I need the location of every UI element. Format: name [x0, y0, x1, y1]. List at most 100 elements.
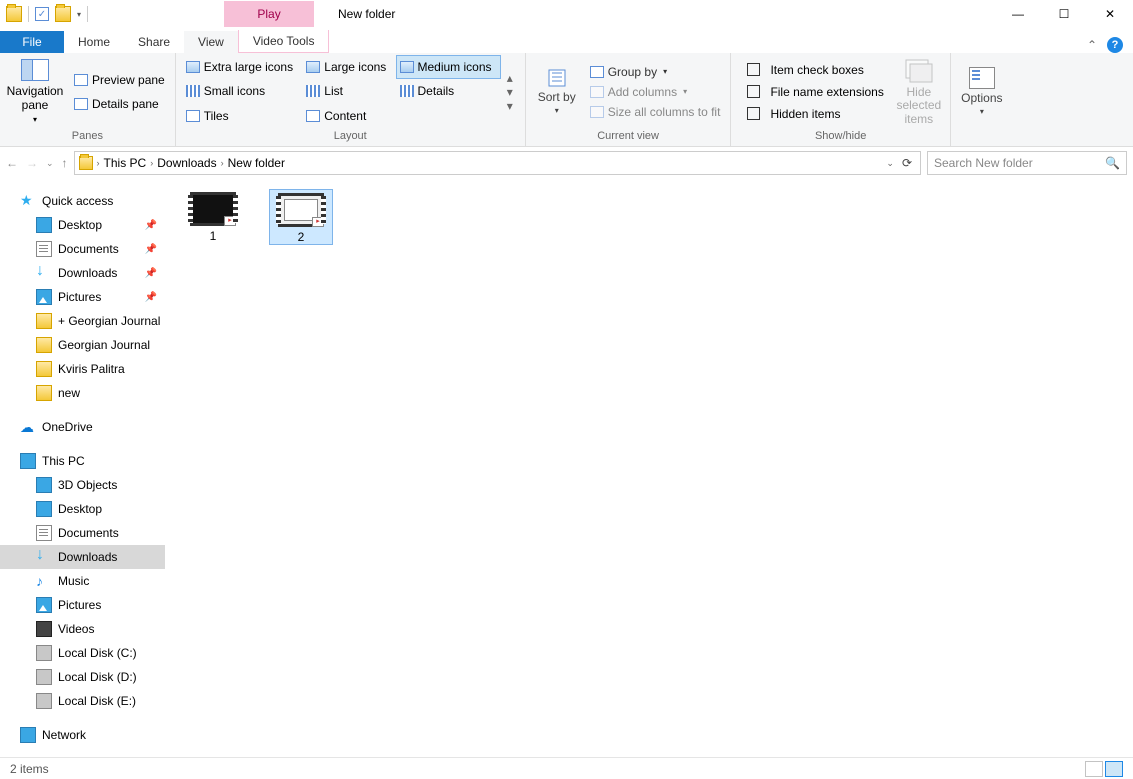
tree-item[interactable]: 3D Objects [0, 473, 165, 497]
tree-item[interactable]: Local Disk (D:) [0, 665, 165, 689]
search-box[interactable]: Search New folder 🔍 [927, 151, 1127, 175]
details-view-button[interactable] [1085, 761, 1103, 777]
maximize-button[interactable]: ☐ [1041, 0, 1087, 28]
star-icon: ★ [20, 193, 36, 209]
tab-video-tools[interactable]: Video Tools [238, 30, 330, 53]
tab-home[interactable]: Home [64, 31, 124, 53]
ribbon-group-layout: Extra large icons Large icons Medium ico… [176, 53, 526, 146]
tree-item[interactable]: Pictures [0, 593, 165, 617]
details-icon [400, 85, 414, 97]
disk-icon [36, 693, 52, 709]
refresh-button[interactable]: ⟳ [898, 156, 916, 170]
tree-item[interactable]: Desktop [0, 497, 165, 521]
tree-network[interactable]: Network [0, 723, 165, 747]
small-icons-icon [186, 85, 200, 97]
pin-icon: 📌 [145, 244, 157, 255]
file-name: 1 [210, 229, 217, 243]
sort-by-button[interactable]: Sort by ▾ [532, 55, 582, 128]
pic-icon [36, 289, 52, 305]
details-pane-button[interactable]: Details pane [70, 95, 169, 113]
pin-icon: 📌 [145, 268, 157, 279]
down-icon: ↓ [36, 549, 52, 565]
tree-item[interactable]: Videos [0, 617, 165, 641]
tree-item[interactable]: Local Disk (E:) [0, 689, 165, 713]
checkbox-icon [747, 63, 760, 76]
tab-share[interactable]: Share [124, 31, 184, 53]
breadcrumb-item[interactable]: This PC› [104, 156, 154, 170]
layout-small[interactable]: Small icons [182, 79, 303, 103]
add-columns-button[interactable]: Add columns▾ [586, 83, 725, 101]
folder-icon [79, 156, 93, 170]
tree-item[interactable]: Documents📌 [0, 237, 165, 261]
file-item[interactable]: ▸2 [269, 189, 333, 245]
hide-selected-items-button[interactable]: Hide selected items [894, 55, 944, 128]
tree-this-pc[interactable]: This PC [0, 449, 165, 473]
pin-icon: 📌 [145, 292, 157, 303]
navigation-pane-button[interactable]: Navigation pane ▾ [6, 55, 64, 128]
icons-view-button[interactable] [1105, 761, 1123, 777]
size-columns-button[interactable]: Size all columns to fit [586, 103, 725, 121]
qat-newfolder-icon[interactable] [55, 6, 71, 22]
layout-scrollbar[interactable]: ▴▾▾ [501, 55, 519, 128]
tab-file[interactable]: File [0, 31, 64, 53]
tiles-icon [186, 110, 200, 122]
tree-item[interactable]: new [0, 381, 165, 405]
tab-view[interactable]: View [184, 31, 238, 53]
tree-item[interactable]: Desktop📌 [0, 213, 165, 237]
fold-icon [36, 361, 52, 377]
breadcrumb-item[interactable]: New folder [228, 156, 285, 170]
tree-item[interactable]: ♪Music [0, 569, 165, 593]
back-button[interactable]: ← [6, 156, 18, 170]
desktop-icon [36, 501, 52, 517]
minimize-ribbon-icon[interactable]: ⌃ [1087, 38, 1097, 52]
qat-properties-icon[interactable]: ✓ [35, 7, 49, 21]
options-button[interactable]: Options ▾ [957, 55, 1007, 128]
layout-medium[interactable]: Medium icons [396, 55, 501, 79]
item-check-boxes-toggle[interactable]: Item check boxes [743, 61, 887, 79]
tree-quick-access[interactable]: ★Quick access [0, 189, 165, 213]
navigation-bar: ← → ⌄ ↑ › This PC› Downloads› New folder… [0, 147, 1133, 179]
tree-onedrive[interactable]: ☁OneDrive [0, 415, 165, 439]
breadcrumb-item[interactable]: Downloads› [157, 156, 223, 170]
tree-item[interactable]: + Georgian Journal [0, 309, 165, 333]
tree-item[interactable]: Local Disk (C:) [0, 641, 165, 665]
layout-list[interactable]: List [302, 79, 395, 103]
hidden-items-toggle[interactable]: Hidden items [743, 105, 887, 123]
pic-icon [36, 597, 52, 613]
group-by-button[interactable]: Group by▾ [586, 63, 725, 81]
tree-item[interactable]: ↓Downloads [0, 545, 165, 569]
file-item[interactable]: ▸1 [181, 189, 245, 245]
layout-content[interactable]: Content [302, 104, 395, 128]
address-bar[interactable]: › This PC› Downloads› New folder ⌄ ⟳ [74, 151, 921, 175]
file-name-extensions-toggle[interactable]: File name extensions [743, 83, 887, 101]
recent-locations-button[interactable]: ⌄ [46, 158, 54, 169]
preview-pane-button[interactable]: Preview pane [70, 71, 169, 89]
up-button[interactable]: ↑ [62, 156, 68, 170]
contextual-tab-play[interactable]: Play [224, 1, 314, 27]
tree-item[interactable]: ↓Downloads📌 [0, 261, 165, 285]
address-dropdown-icon[interactable]: ⌄ [886, 158, 894, 169]
main-area: ★Quick access Desktop📌Documents📌↓Downloa… [0, 179, 1133, 768]
tree-item[interactable]: Documents [0, 521, 165, 545]
sort-by-icon [547, 68, 567, 88]
layout-tiles[interactable]: Tiles [182, 104, 303, 128]
ribbon-group-options: Options ▾ [951, 53, 1013, 146]
tree-item[interactable]: Georgian Journal [0, 333, 165, 357]
ribbon-tabs: File Home Share View Video Tools ⌃ ? [0, 28, 1133, 53]
close-button[interactable]: ✕ [1087, 0, 1133, 28]
qat-dropdown-icon[interactable]: ▾ [77, 10, 81, 19]
size-columns-icon [590, 106, 604, 118]
help-icon[interactable]: ? [1107, 37, 1123, 53]
minimize-button[interactable]: — [995, 0, 1041, 28]
search-icon: 🔍 [1105, 156, 1120, 170]
tree-item[interactable]: Pictures📌 [0, 285, 165, 309]
hide-items-icon [903, 57, 935, 83]
layout-extra-large[interactable]: Extra large icons [182, 55, 303, 79]
file-view[interactable]: ▸1 ▸2 [165, 179, 1133, 768]
medium-icons-icon [400, 61, 414, 73]
doc-icon [36, 241, 52, 257]
tree-item[interactable]: Kviris Palitra [0, 357, 165, 381]
forward-button[interactable]: → [26, 156, 38, 170]
layout-large[interactable]: Large icons [302, 55, 395, 79]
layout-details[interactable]: Details [396, 79, 501, 103]
